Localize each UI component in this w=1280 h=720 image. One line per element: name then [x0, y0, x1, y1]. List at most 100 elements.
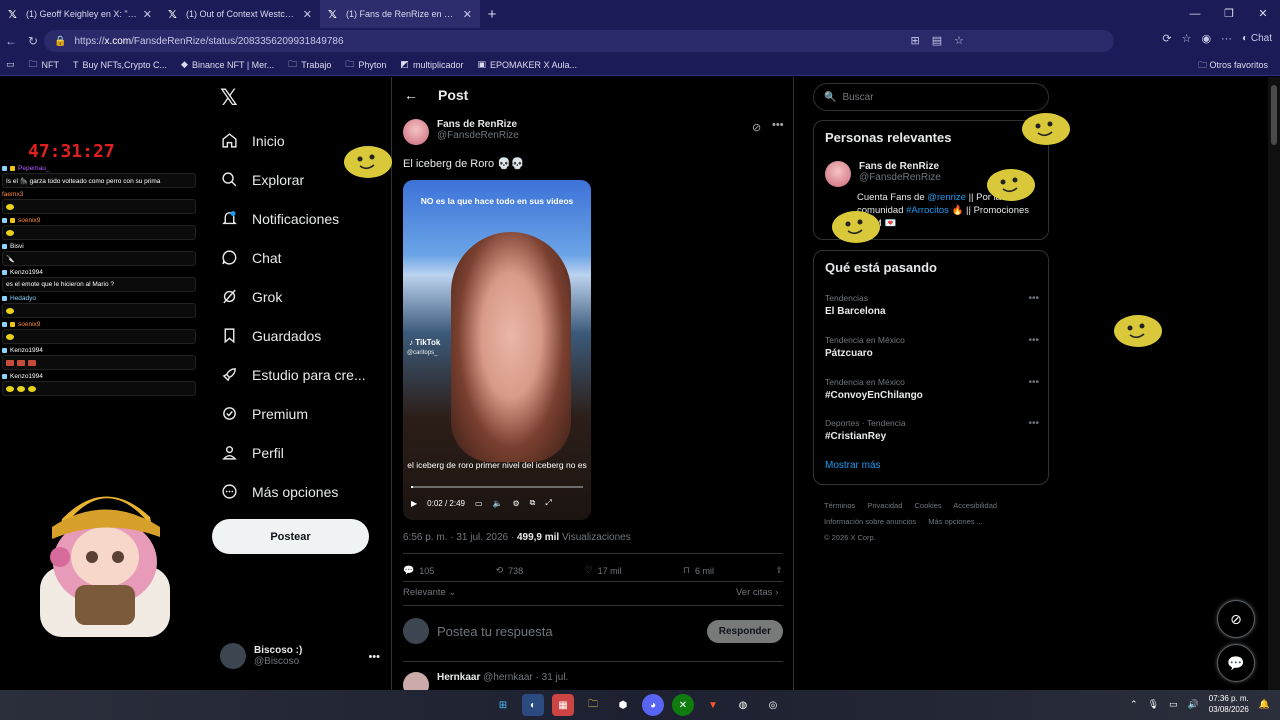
url-field[interactable]: 🔒 https://x.com/FansdeRenRize/status/208… [44, 30, 1114, 52]
nav-item-more[interactable]: Más opciones [220, 472, 366, 511]
favorite-star-icon[interactable]: ☆ [954, 30, 964, 52]
steam-icon[interactable]: ◍ [732, 694, 754, 716]
footer-link[interactable]: Información sobre anuncios [824, 517, 916, 526]
nav-item-bookmarks[interactable]: Guardados [220, 316, 366, 355]
edge-icon[interactable]: ◐ [522, 694, 544, 716]
author-name[interactable]: Fans de RenRize [437, 119, 519, 130]
bio-hashtag-link[interactable]: #Arrocitos [906, 205, 949, 216]
grok-fab[interactable]: ⊘ [1217, 600, 1255, 638]
windows-start-icon[interactable]: ⊞ [492, 694, 514, 716]
x-logo-icon[interactable]: 𝕏 [220, 85, 238, 111]
trend-item[interactable]: Tendencia en México #ConvoyEnChilango ••… [825, 377, 1039, 401]
reader-icon[interactable]: ▤ [932, 30, 942, 52]
footer-link[interactable]: Privacidad [867, 501, 902, 510]
menu-icon[interactable]: ··· [1221, 33, 1232, 45]
xbox-icon[interactable]: ✕ [672, 694, 694, 716]
notification-icon[interactable]: 🔔 [1259, 699, 1270, 710]
grok-icon[interactable]: ⊘ [752, 121, 761, 134]
chevron-up-icon[interactable]: ⌃ [1130, 699, 1138, 710]
footer-link[interactable]: Términos [824, 501, 855, 510]
volume-icon[interactable]: 🔈 [493, 499, 503, 508]
bookmark-item[interactable]: ▣ EPOMAKER X Aula... [477, 59, 577, 70]
more-icon[interactable]: ••• [1028, 377, 1039, 388]
obs-icon[interactable]: ◎ [762, 694, 784, 716]
footer-link[interactable]: Más opciones ... [928, 517, 983, 526]
bookmark-item[interactable]: 🗀 Phyton [345, 57, 386, 73]
volume-icon[interactable]: 🔊 [1188, 699, 1199, 710]
bookmark-item[interactable]: T Buy NFTs,Crypto C... [73, 60, 167, 70]
reply-action[interactable]: 💬 105 [403, 565, 434, 576]
video-player[interactable]: NO es la que hace todo en sus videos ♪ T… [403, 180, 591, 520]
nav-item-premium[interactable]: Premium [220, 394, 366, 433]
bookmark-item[interactable]: ◆ Binance NFT | Mer... [181, 59, 274, 70]
repost-action[interactable]: ⟲ 738 [496, 565, 524, 576]
browser-tab[interactable]: 𝕏 (1) Out of Context Westcol 💀 en X ✕ [160, 0, 320, 28]
post-button[interactable]: Postear [212, 519, 369, 554]
settings-icon[interactable]: ⚙ [513, 499, 520, 508]
bookmark-item[interactable]: ▭ [6, 59, 15, 70]
search-input[interactable]: 🔍 Buscar [813, 83, 1049, 111]
bookmark-item[interactable]: 🗀 NFT [29, 57, 60, 73]
trend-item[interactable]: Deportes · Tendencia #CristianRey ••• [825, 418, 1039, 442]
profile-icon[interactable]: ◉ [1201, 32, 1211, 45]
person-name[interactable]: Fans de RenRize [859, 161, 941, 172]
close-window-icon[interactable]: ✕ [1246, 0, 1280, 28]
avatar[interactable] [403, 119, 429, 145]
more-icon[interactable]: ••• [1028, 293, 1039, 304]
nav-item-notifications[interactable]: Notificaciones [220, 199, 366, 238]
screenshot-icon[interactable]: ⊞ [911, 30, 920, 52]
like-action[interactable]: ♡ 17 mil [585, 565, 622, 576]
favorites-icon[interactable]: ☆ [1182, 32, 1192, 45]
minimize-icon[interactable]: — [1178, 0, 1212, 28]
clock[interactable]: 07:36 p. m. 03/08/2026 [1209, 693, 1249, 715]
close-icon[interactable]: ✕ [463, 8, 472, 21]
app-icon[interactable]: ⬢ [612, 694, 634, 716]
nav-item-grok[interactable]: Grok [220, 277, 366, 316]
quotes-link[interactable]: Ver citas › [736, 587, 778, 598]
play-icon[interactable]: ▶ [411, 499, 417, 508]
author-name[interactable]: Hernkaar [437, 672, 480, 683]
nav-item-creator-studio[interactable]: Estudio para cre... [220, 355, 366, 394]
bio-mention-link[interactable]: @renrize [927, 192, 966, 203]
account-switcher[interactable]: Biscoso :) @Biscoso ••• [220, 643, 380, 669]
bookmark-action[interactable]: ⊓ 6 mil [683, 565, 714, 576]
nav-item-chat[interactable]: Chat [220, 238, 366, 277]
pip-icon[interactable]: ⧉ [530, 498, 536, 508]
share-action[interactable]: ⇪ [775, 565, 783, 576]
close-icon[interactable]: ✕ [143, 8, 152, 21]
bookmark-item[interactable]: ◩ multiplicador [400, 59, 463, 70]
more-icon[interactable]: ••• [1028, 335, 1039, 346]
video-progress-bar[interactable] [411, 486, 583, 488]
author-handle[interactable]: @FansdeRenRize [437, 130, 519, 141]
scrollbar-thumb[interactable] [1271, 85, 1277, 145]
bookmark-item[interactable]: 🗀 Trabajo [288, 57, 331, 73]
nav-item-profile[interactable]: Perfil [220, 433, 366, 472]
footer-link[interactable]: Accesibilidad [953, 501, 997, 510]
captions-icon[interactable]: ▭ [475, 499, 483, 508]
trend-item[interactable]: Tendencia en México Pátzcuaro ••• [825, 335, 1039, 359]
browser-tab-active[interactable]: 𝕏 (1) Fans de RenRize en X: "El iceb ✕ [320, 0, 480, 28]
copilot-chat-button[interactable]: ◐ Chat [1242, 33, 1272, 44]
post-timestamp[interactable]: 6:56 p. m. · 31 jul. 2026 · [403, 532, 517, 543]
discord-icon[interactable]: ◕ [642, 694, 664, 716]
trend-item[interactable]: Tendencias El Barcelona ••• [825, 293, 1039, 317]
app-icon[interactable]: ▦ [552, 694, 574, 716]
browser-tab[interactable]: 𝕏 (1) Geoff Keighley en X: "Dave Bau ✕ [0, 0, 160, 28]
post-author[interactable]: Fans de RenRize @FansdeRenRize [403, 119, 519, 145]
restore-icon[interactable]: ❐ [1212, 0, 1246, 28]
fullscreen-icon[interactable]: ⤢ [545, 498, 551, 508]
other-bookmarks[interactable]: 🗀 Otros favoritos [1198, 58, 1268, 74]
new-tab-button[interactable]: + [480, 6, 504, 23]
page-scrollbar[interactable] [1268, 77, 1280, 690]
reload-icon[interactable]: ↻ [22, 34, 44, 48]
reply-input[interactable]: Postea tu respuesta [437, 624, 699, 639]
avatar[interactable] [825, 161, 851, 187]
more-icon[interactable]: ••• [772, 119, 784, 131]
more-icon[interactable]: ••• [1028, 418, 1039, 429]
microphone-icon[interactable]: 🎙 [1148, 699, 1159, 710]
sort-dropdown[interactable]: Relevante ⌄ [403, 587, 456, 598]
back-arrow-icon[interactable]: ← [404, 87, 418, 103]
relevant-person[interactable]: Fans de RenRize @FansdeRenRize [825, 161, 941, 187]
back-icon[interactable]: ← [0, 34, 22, 48]
show-more-link[interactable]: Mostrar más [825, 460, 881, 471]
